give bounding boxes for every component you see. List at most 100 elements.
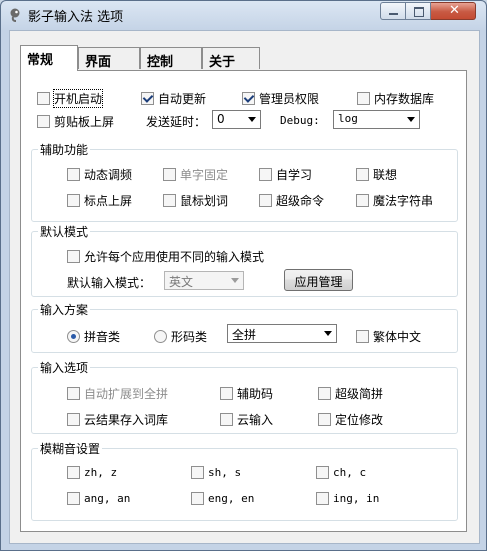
opt-locate-edit[interactable]: 定位修改 [318,411,383,428]
checkbox-box[interactable] [318,413,331,426]
tab-general[interactable]: 常规 [20,45,78,71]
opt-label: 辅助码 [237,387,274,401]
send-delay-select[interactable]: 0 [212,110,261,129]
pinyin-scheme-value: 全拼 [232,328,257,342]
traditional-checkbox[interactable]: 繁体中文 [356,328,421,345]
options-window: 影子输入法 选项 ✕ 常规 界面 控制 关于 开机启动 自动更新 管理员权限 内… [0,0,487,551]
opt-auto-expand: 自动扩展到全拼 [67,385,168,402]
close-icon: ✕ [449,3,460,18]
memory-db-checkbox[interactable]: 内存数据库 [357,90,434,107]
checkbox-box[interactable] [67,194,80,207]
fuzzy-ing-in[interactable]: ing, in [316,492,379,505]
checkbox-box[interactable] [37,115,50,128]
pinyin-label: 拼音类 [84,330,121,344]
checkbox-box[interactable] [67,250,80,263]
checkbox-box[interactable] [220,387,233,400]
checkbox-box[interactable] [67,413,80,426]
aux-item-assoc[interactable]: 联想 [356,166,397,183]
aux-item-freq[interactable]: 动态调频 [67,166,132,183]
auto-update-checkbox[interactable]: 自动更新 [141,90,206,107]
checkbox-box [163,168,176,181]
auto-update-label: 自动更新 [158,92,207,106]
client-area: 常规 界面 控制 关于 开机启动 自动更新 管理员权限 内存数据库 剪贴板上屏 … [9,30,480,544]
app-manage-button[interactable]: 应用管理 [284,269,353,291]
aux-item-learn[interactable]: 自学习 [259,166,312,183]
close-button[interactable]: ✕ [431,2,476,20]
tab-about[interactable]: 关于 [202,47,260,70]
shape-radio[interactable]: 形码类 [154,328,207,345]
dropdown-arrow-icon [407,117,415,122]
fuzzy-label: sh, s [208,466,242,479]
tab-control[interactable]: 控制 [140,47,202,70]
tab-control-label: 控制 [147,55,174,70]
shape-label: 形码类 [171,330,208,344]
admin-checkbox[interactable]: 管理员权限 [242,90,319,107]
opt-aux-code[interactable]: 辅助码 [220,385,273,402]
aux-item-supercmd[interactable]: 超级命令 [259,192,324,209]
checkbox-box[interactable] [220,413,233,426]
maximize-button[interactable] [406,2,431,20]
autostart-checkbox[interactable]: 开机启动 [37,89,104,108]
per-app-checkbox[interactable]: 允许每个应用使用不同的输入模式 [67,248,264,265]
clipboard-checkbox[interactable]: 剪贴板上屏 [37,113,114,130]
aux-group-title: 辅助功能 [38,141,91,158]
opt-label: 云输入 [237,413,274,427]
tab-interface-label: 界面 [85,55,112,70]
pinyin-scheme-select[interactable]: 全拼 [227,324,337,343]
pinyin-radio[interactable]: 拼音类 [67,328,120,345]
checkbox-box[interactable] [37,92,50,105]
aux-item-magic[interactable]: 魔法字符串 [356,192,433,209]
checkbox-box [67,387,80,400]
fuzzy-eng-en[interactable]: eng, en [191,492,254,505]
checkbox-box[interactable] [356,330,369,343]
aux-item-punct[interactable]: 标点上屏 [67,192,132,209]
send-delay-label: 发送延时： [146,115,207,129]
aux-item-label: 动态调频 [84,168,133,182]
checkbox-box[interactable] [141,92,154,105]
checkbox-box[interactable] [191,466,204,479]
checkbox-box[interactable] [356,194,369,207]
fuzzy-ang-an[interactable]: ang, an [67,492,130,505]
checkbox-box[interactable] [163,194,176,207]
checkbox-box[interactable] [316,492,329,505]
radio-circle[interactable] [67,330,80,343]
opt-cloud-save[interactable]: 云结果存入词库 [67,411,168,428]
checkbox-box[interactable] [67,168,80,181]
fuzzy-label: eng, en [208,492,255,505]
checkbox-box[interactable] [316,466,329,479]
memory-db-label: 内存数据库 [374,92,435,106]
checkbox-box[interactable] [67,492,80,505]
traditional-label: 繁体中文 [373,330,422,344]
radio-circle[interactable] [154,330,167,343]
checkbox-box[interactable] [259,168,272,181]
checkbox-box[interactable] [67,466,80,479]
checkbox-box[interactable] [259,194,272,207]
opt-super-abbr[interactable]: 超级简拼 [318,385,383,402]
checkbox-box[interactable] [318,387,331,400]
aux-item-label: 标点上屏 [84,194,133,208]
opt-cloud-input[interactable]: 云输入 [220,411,273,428]
minimize-button[interactable] [380,2,406,20]
fuzzy-ch-c[interactable]: ch, c [316,466,366,479]
fuzzy-group: 模糊音设置 zh, z sh, s ch, c ang, an eng, en … [31,440,458,521]
autostart-label: 开机启动 [52,89,104,108]
default-mode-label: 默认输入模式： [67,276,152,290]
checkbox-box[interactable] [357,92,370,105]
aux-item-label: 自学习 [276,168,313,182]
minimize-icon [389,13,398,15]
checkbox-box[interactable] [191,492,204,505]
general-panel: 开机启动 自动更新 管理员权限 内存数据库 剪贴板上屏 发送延时： 0 Debu… [20,70,467,532]
tab-interface[interactable]: 界面 [78,47,140,70]
dropdown-arrow-icon [231,278,239,283]
debug-select[interactable]: log [333,110,420,129]
tab-general-label: 常规 [27,53,54,68]
checkbox-box[interactable] [242,92,255,105]
checkbox-box[interactable] [356,168,369,181]
aux-item-mouse[interactable]: 鼠标划词 [163,192,228,209]
opt-label: 自动扩展到全拼 [84,387,169,401]
title-bar[interactable]: 影子输入法 选项 ✕ [1,1,486,29]
fuzzy-sh-s[interactable]: sh, s [191,466,241,479]
fuzzy-zh-z[interactable]: zh, z [67,466,117,479]
aux-item-label: 魔法字符串 [373,194,434,208]
opt-label: 云结果存入词库 [84,413,169,427]
